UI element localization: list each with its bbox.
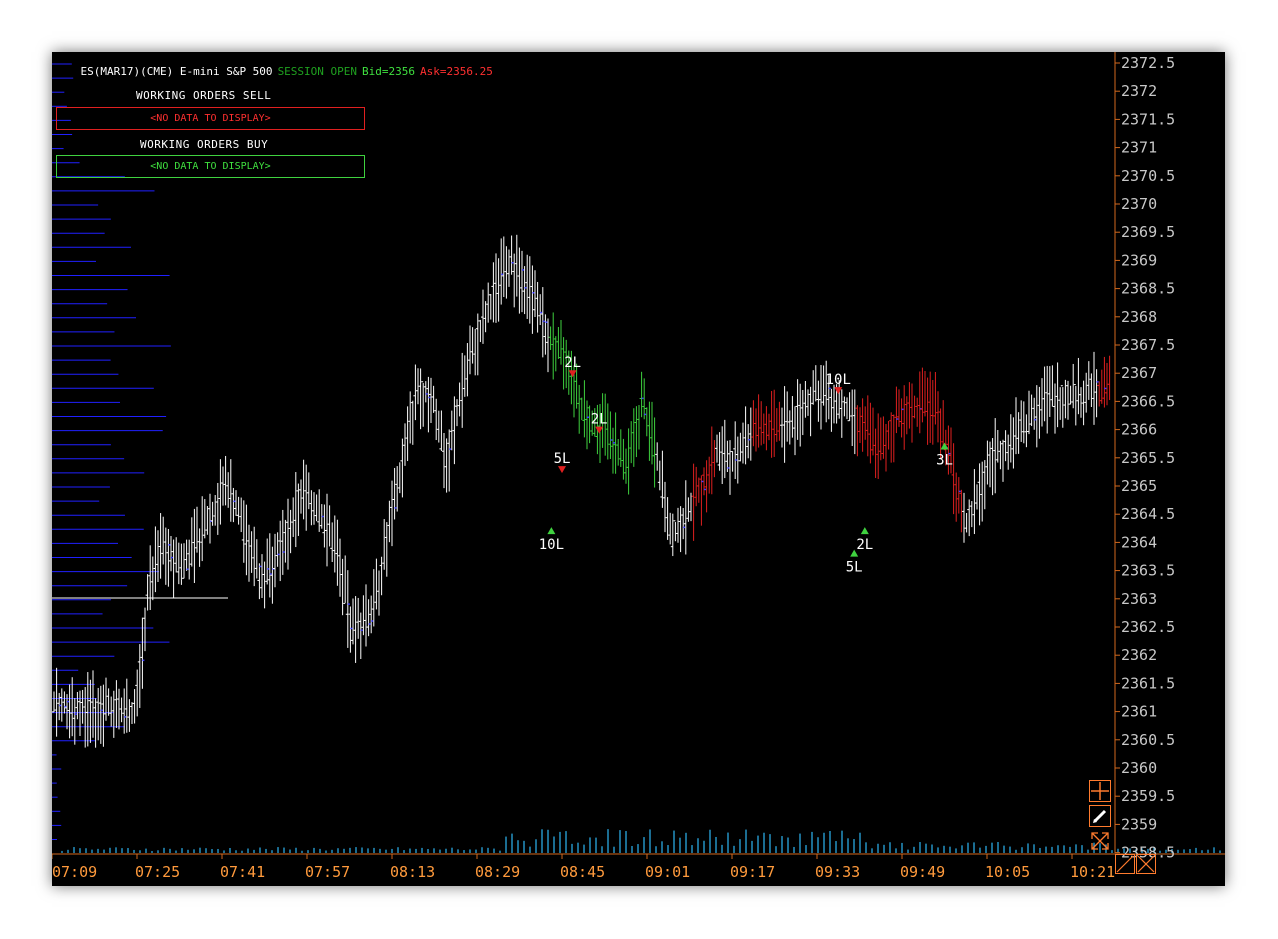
sell-empty-message: <NO DATA TO DISPLAY> xyxy=(150,113,271,124)
buy-fill-marker xyxy=(940,442,949,450)
expand-arrows-icon xyxy=(1091,832,1109,850)
scroll-right-button[interactable] xyxy=(1136,854,1156,874)
price-axis-label: 2366 xyxy=(1121,421,1157,439)
chevron-right-icon xyxy=(1137,855,1155,873)
price-axis-label: 2363 xyxy=(1121,590,1157,608)
price-axis-label: 2367.5 xyxy=(1121,336,1175,354)
price-axis-label: 2362.5 xyxy=(1121,618,1175,636)
instrument-header: ES(MAR17)(CME) E-mini S&P 500 SESSION OPE… xyxy=(54,52,498,91)
ask-price: Ask=2356.25 xyxy=(420,65,493,78)
working-orders-sell-title: WORKING ORDERS SELL xyxy=(136,89,272,102)
expand-chart-button[interactable] xyxy=(1089,830,1111,852)
price-axis-label: 2369.5 xyxy=(1121,223,1175,241)
pencil-icon xyxy=(1093,809,1107,823)
buy-fill-marker xyxy=(860,527,869,535)
price-axis-label: 2366.5 xyxy=(1121,392,1175,410)
price-axis-label: 2360 xyxy=(1121,759,1157,777)
trade-marker-label: 5L xyxy=(554,451,571,467)
working-orders-buy-title: WORKING ORDERS BUY xyxy=(140,138,269,151)
bid-price: Bid=2356 xyxy=(362,65,416,78)
grid-layout-button[interactable] xyxy=(1089,780,1111,802)
time-axis-label: 08:13 xyxy=(390,863,435,881)
time-axis-label: 09:33 xyxy=(815,863,860,881)
price-axis-label: 2362 xyxy=(1121,646,1157,664)
price-axis-label: 2359.5 xyxy=(1121,787,1175,805)
time-axis-label: 08:45 xyxy=(560,863,605,881)
price-axis-label: 2372.5 xyxy=(1121,54,1175,72)
price-axis-label: 2371 xyxy=(1121,139,1157,157)
chevron-left-icon xyxy=(1116,855,1134,873)
price-axis-label: 2363.5 xyxy=(1121,562,1175,580)
session-status: SESSION OPEN xyxy=(277,65,358,78)
trade-marker-label: 2L xyxy=(591,412,608,428)
time-axis-label: 07:25 xyxy=(135,863,180,881)
price-axis-label: 2367 xyxy=(1121,364,1157,382)
price-axis-label: 2371.5 xyxy=(1121,110,1175,128)
buy-fill-marker xyxy=(547,527,556,535)
instrument-name: ES(MAR17)(CME) E-mini S&P 500 xyxy=(80,65,273,78)
price-axis-label: 2364 xyxy=(1121,533,1157,551)
scroll-left-button[interactable] xyxy=(1115,854,1135,874)
price-axis-label: 2369 xyxy=(1121,251,1157,269)
time-axis-label: 07:57 xyxy=(305,863,350,881)
chart-window[interactable]: 2L 5L 10L 2L 10L 2L 5L 3L 2372.5 2372 2371.5 2371 23… xyxy=(52,52,1225,886)
draw-tool-button[interactable] xyxy=(1089,805,1111,827)
trade-marker-label: 3L xyxy=(936,453,953,469)
sell-fill-marker xyxy=(558,466,566,474)
trade-marker-label: 10L xyxy=(826,372,851,388)
buy-empty-message: <NO DATA TO DISPLAY> xyxy=(150,161,271,172)
trade-marker-label: 5L xyxy=(846,560,863,576)
working-orders-buy-panel[interactable]: <NO DATA TO DISPLAY> xyxy=(56,155,365,178)
price-axis-label: 2365 xyxy=(1121,477,1157,495)
price-axis-label: 2372 xyxy=(1121,82,1157,100)
price-axis-label: 2370.5 xyxy=(1121,167,1175,185)
sell-fill-marker xyxy=(595,426,604,434)
working-orders-sell-panel[interactable]: <NO DATA TO DISPLAY> xyxy=(56,107,365,130)
time-axis-label: 10:21 xyxy=(1070,863,1115,881)
price-axis-label: 2368 xyxy=(1121,308,1157,326)
trade-marker-label: 10L xyxy=(539,537,564,553)
trade-marker-label: 2L xyxy=(856,537,873,553)
time-axis-label: 09:17 xyxy=(730,863,775,881)
trade-marker-label: 2L xyxy=(564,355,581,371)
time-axis-label: 10:05 xyxy=(985,863,1030,881)
time-axis-label: 08:29 xyxy=(475,863,520,881)
price-axis-label: 2361.5 xyxy=(1121,674,1175,692)
sell-fill-marker xyxy=(834,387,843,395)
price-axis-label: 2370 xyxy=(1121,195,1157,213)
time-axis-label: 07:41 xyxy=(220,863,265,881)
price-axis-label: 2360.5 xyxy=(1121,731,1175,749)
price-axis-label: 2368.5 xyxy=(1121,280,1175,298)
price-axis-label: 2364.5 xyxy=(1121,505,1175,523)
time-axis-label: 07:09 xyxy=(52,863,97,881)
price-axis-label: 2361 xyxy=(1121,703,1157,721)
grid-icon xyxy=(1091,782,1109,800)
time-axis-label: 09:49 xyxy=(900,863,945,881)
price-axis-label: 2359 xyxy=(1121,815,1157,833)
price-axis-label: 2365.5 xyxy=(1121,449,1175,467)
time-axis-label: 09:01 xyxy=(645,863,690,881)
